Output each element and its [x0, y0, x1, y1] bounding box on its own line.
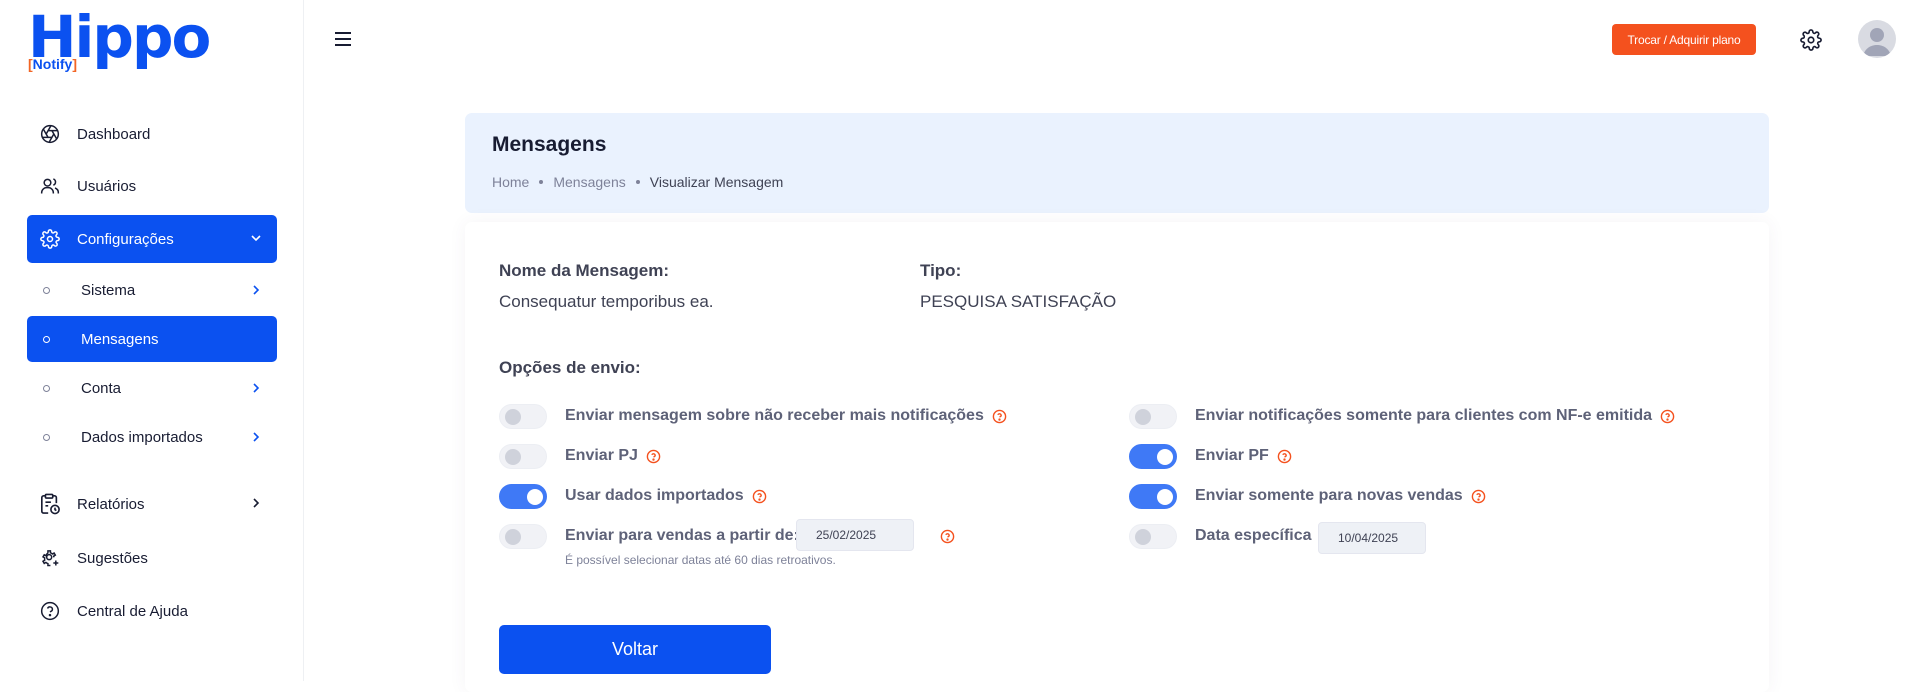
sidebar-item-label: Central de Ajuda [77, 602, 188, 620]
brand-logo[interactable]: Hippo [Notify] [28, 6, 211, 76]
bullet-icon [43, 384, 50, 392]
sidebar-item-reports[interactable]: Relatórios [27, 480, 277, 528]
specific-date-input[interactable]: 10/04/2025 [1318, 522, 1426, 554]
help-icon[interactable] [646, 449, 661, 464]
option-label: Data específica [1195, 527, 1312, 544]
option-label: Enviar mensagem sobre não receber mais n… [565, 407, 984, 424]
sidebar-item-label: Dashboard [77, 125, 151, 143]
change-plan-button[interactable]: Trocar / Adquirir plano [1612, 24, 1756, 55]
sales-from-date-toggle[interactable] [499, 523, 547, 549]
back-button[interactable]: Voltar [499, 625, 771, 674]
use-imported-data-toggle[interactable] [499, 483, 547, 509]
aperture-icon [39, 123, 61, 145]
breadcrumb-separator [539, 180, 544, 184]
sidebar-item-settings[interactable]: Configurações [27, 215, 277, 263]
sidebar-subitem-account[interactable]: Conta [27, 365, 277, 411]
specific-date-toggle[interactable] [1129, 523, 1177, 549]
sidebar-item-dashboard[interactable]: Dashboard [27, 110, 277, 158]
chevron-right-icon [249, 430, 263, 444]
sidebar-item-help-center[interactable]: Central de Ajuda [27, 587, 277, 635]
message-name-value: Consequatur temporibus ea. [499, 292, 714, 311]
sidebar-item-label: Usuários [77, 177, 137, 195]
sidebar: Hippo [Notify] Dashboard Usuários Config… [0, 0, 304, 681]
help-circle-icon [39, 600, 61, 622]
option-label: Enviar PJ [565, 447, 638, 464]
option-specific-date: Data específica [1129, 523, 1312, 549]
breadcrumb: Home Mensagens Visualizar Mensagem [492, 174, 783, 190]
help-icon[interactable] [940, 529, 955, 544]
option-label: Enviar para vendas a partir de: [565, 527, 799, 544]
help-icon[interactable] [992, 409, 1007, 424]
send-options-title: Opções de envio: [499, 358, 641, 377]
sidebar-item-suggestions[interactable]: Sugestões [27, 534, 277, 582]
bullet-icon [43, 286, 50, 294]
option-unsubscribe-message: Enviar mensagem sobre não receber mais n… [499, 403, 1007, 429]
sidebar-subitem-system[interactable]: Sistema [27, 267, 277, 313]
report-clock-icon [39, 493, 61, 515]
bullet-icon [43, 335, 50, 343]
gear-plus-icon [39, 547, 61, 569]
sidebar-subitem-imported-data[interactable]: Dados importados [27, 414, 277, 460]
date-hint: É possível selecionar datas até 60 dias … [565, 553, 836, 567]
nfe-only-toggle[interactable] [1129, 403, 1177, 429]
option-send-pf: Enviar PF [1129, 443, 1292, 469]
sidebar-subitem-label: Conta [81, 379, 122, 397]
help-icon[interactable] [1660, 409, 1675, 424]
breadcrumb-separator [635, 180, 640, 184]
option-label: Usar dados importados [565, 487, 744, 504]
page-title: Mensagens [492, 133, 607, 156]
option-label: Enviar somente para novas vendas [1195, 487, 1463, 504]
chevron-right-icon [249, 283, 263, 297]
option-sales-from-date: Enviar para vendas a partir de: [499, 523, 799, 549]
help-icon[interactable] [752, 489, 767, 504]
option-use-imported-data: Usar dados importados [499, 483, 767, 509]
help-icon[interactable] [1277, 449, 1292, 464]
breadcrumb-messages[interactable]: Mensagens [553, 174, 625, 190]
option-nfe-only: Enviar notificações somente para cliente… [1129, 403, 1675, 429]
sidebar-item-label: Relatórios [77, 495, 145, 513]
bullet-icon [43, 433, 50, 441]
message-name-label: Nome da Mensagem: [499, 261, 670, 280]
sales-from-date-input[interactable]: 25/02/2025 [796, 519, 914, 551]
chevron-right-icon [249, 381, 263, 395]
option-label: Enviar notificações somente para cliente… [1195, 407, 1653, 424]
sidebar-item-users[interactable]: Usuários [27, 162, 277, 210]
send-pf-toggle[interactable] [1129, 443, 1177, 469]
option-new-sales-only: Enviar somente para novas vendas [1129, 483, 1486, 509]
message-type-value: PESQUISA SATISFAÇÃO [920, 292, 1117, 311]
avatar[interactable] [1858, 20, 1896, 58]
sidebar-item-label: Configurações [77, 230, 174, 248]
unsubscribe-message-toggle[interactable] [499, 403, 547, 429]
page-header: Mensagens Home Mensagens Visualizar Mens… [465, 113, 1769, 213]
sidebar-subitem-messages[interactable]: Mensagens [27, 316, 277, 362]
menu-toggle-icon[interactable] [334, 31, 352, 47]
help-icon[interactable] [1471, 489, 1486, 504]
message-type-label: Tipo: [920, 261, 962, 280]
brand-sub: [Notify] [28, 56, 78, 72]
chevron-right-icon [249, 496, 263, 510]
chevron-down-icon [249, 231, 263, 245]
sidebar-subitem-label: Sistema [81, 281, 136, 299]
send-pj-toggle[interactable] [499, 443, 547, 469]
breadcrumb-current: Visualizar Mensagem [649, 174, 784, 190]
sidebar-item-label: Sugestões [77, 549, 148, 567]
users-icon [39, 175, 61, 197]
gear-icon [39, 228, 61, 250]
option-send-pj: Enviar PJ [499, 443, 661, 469]
sidebar-subitem-label: Mensagens [81, 330, 159, 348]
sidebar-subitem-label: Dados importados [81, 428, 203, 446]
option-label: Enviar PF [1195, 447, 1269, 464]
breadcrumb-home[interactable]: Home [492, 174, 529, 190]
gear-icon[interactable] [1800, 29, 1822, 51]
new-sales-only-toggle[interactable] [1129, 483, 1177, 509]
